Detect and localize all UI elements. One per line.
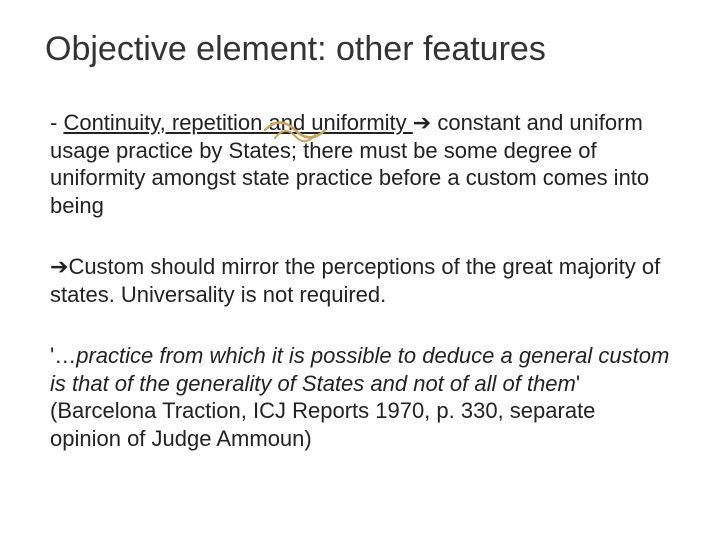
para1-underlined: Continuity, repetition and uniformity xyxy=(63,110,412,135)
paragraph-continuity: - Continuity, repetition and uniformity … xyxy=(50,109,670,219)
quote-open: '… xyxy=(50,343,76,368)
arrow-icon: ➔ xyxy=(413,110,431,135)
arrow-icon: ➔ xyxy=(50,254,68,279)
paragraph-custom-mirror: ➔Custom should mirror the perceptions of… xyxy=(50,253,670,308)
para1-prefix: - xyxy=(50,110,63,135)
slide: Objective element: other features - Cont… xyxy=(0,0,720,540)
slide-title: Objective element: other features xyxy=(45,30,670,69)
paragraph-quote: '…practice from which it is possible to … xyxy=(50,342,670,452)
para2-text: Custom should mirror the perceptions of … xyxy=(50,254,660,307)
